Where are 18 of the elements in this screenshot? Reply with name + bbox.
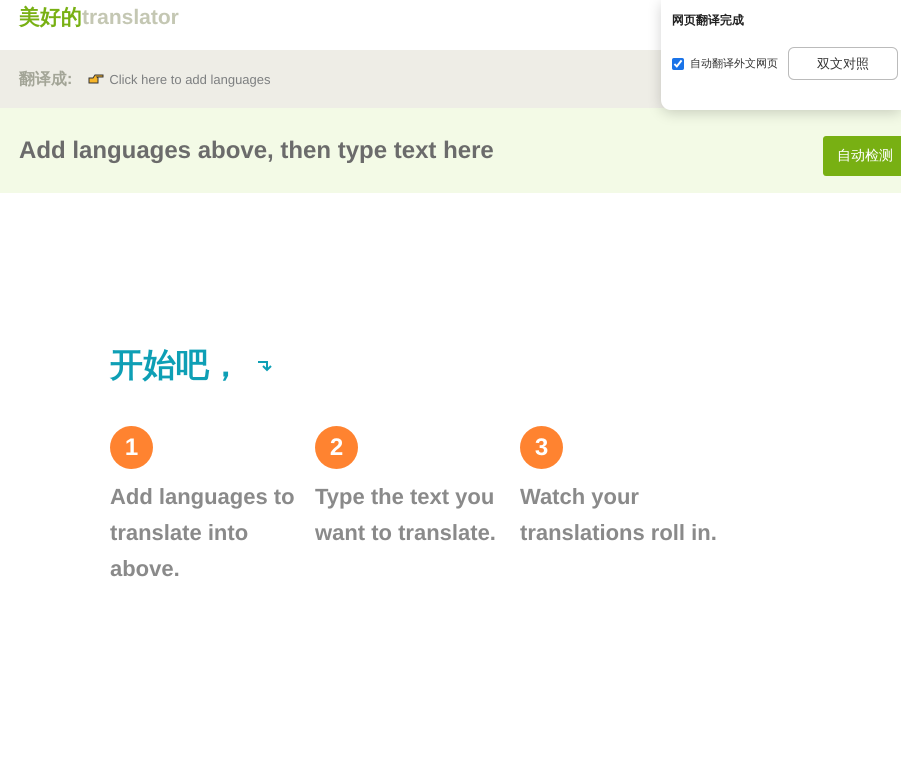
step-text: Type the text you want to translate. — [315, 483, 497, 547]
auto-translate-label: 自动翻译外文网页 — [690, 56, 778, 71]
intro-heading: 开始吧， — [110, 345, 242, 385]
popup-title: 网页翻译完成 — [672, 12, 745, 29]
step-number: 1 — [110, 426, 153, 469]
bilingual-button[interactable]: 双文对照 — [788, 47, 898, 80]
step-number: 3 — [520, 426, 563, 469]
auto-translate-checkbox[interactable] — [672, 58, 684, 70]
step-text: Add languages to translate into above. — [110, 483, 296, 583]
add-languages-link[interactable]: Click here to add languages — [88, 72, 270, 86]
step-number: 2 — [315, 426, 358, 469]
step-text: Watch your translations roll in. — [520, 483, 718, 547]
arrow-icon — [256, 358, 272, 372]
detect-language-button[interactable]: 自动检测 — [823, 136, 901, 176]
logo: 美好的translator — [19, 4, 179, 31]
target-language-label: 翻译成: — [19, 70, 72, 90]
pointing-hand-icon — [88, 73, 104, 85]
text-input[interactable]: Add languages above, then type text here — [19, 136, 619, 164]
